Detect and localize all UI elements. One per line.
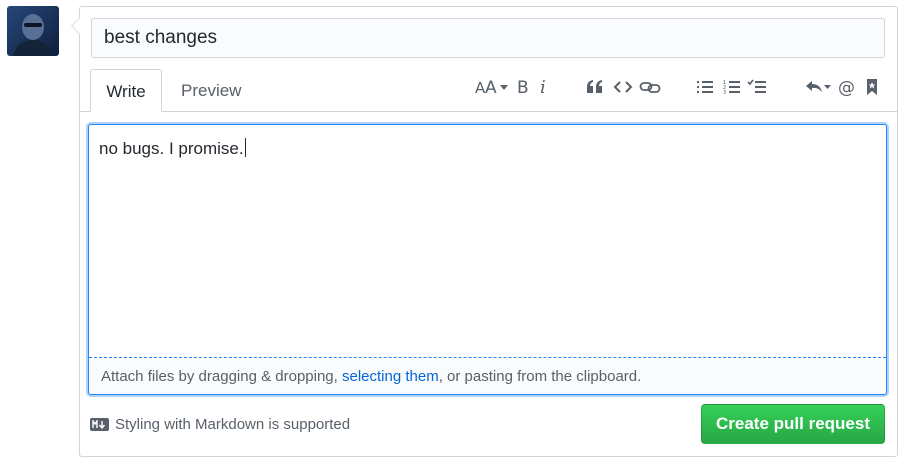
comment-textarea[interactable]: no bugs. I promise. xyxy=(89,125,886,358)
text-caret xyxy=(244,138,246,157)
select-files-link[interactable]: selecting them xyxy=(342,368,439,385)
bold-icon[interactable]: B xyxy=(513,72,533,102)
bookmark-icon[interactable] xyxy=(863,72,881,102)
svg-text:B: B xyxy=(517,78,529,97)
markdown-icon[interactable] xyxy=(90,418,109,431)
text-size-icon[interactable]: A A xyxy=(474,72,510,102)
ordered-list-icon[interactable]: 1 2 3 xyxy=(721,72,743,102)
comment-caret-fill xyxy=(72,18,80,34)
unordered-list-icon[interactable] xyxy=(694,72,716,102)
markdown-note-text[interactable]: Styling with Markdown is supported xyxy=(115,416,350,433)
user-avatar[interactable] xyxy=(7,6,59,56)
svg-text:A: A xyxy=(485,78,497,97)
tab-preview[interactable]: Preview xyxy=(167,69,255,112)
attach-text-prefix: Attach files by dragging & dropping, xyxy=(101,368,342,385)
tab-write[interactable]: Write xyxy=(90,69,162,112)
reply-icon[interactable] xyxy=(803,72,833,102)
attach-files-bar[interactable]: Attach files by dragging & dropping, sel… xyxy=(89,359,886,394)
svg-text:@: @ xyxy=(838,78,855,97)
svg-text:3: 3 xyxy=(723,90,726,95)
markdown-note: Styling with Markdown is supported xyxy=(90,416,350,433)
code-icon[interactable] xyxy=(612,72,634,102)
attach-text-suffix: , or pasting from the clipboard. xyxy=(438,368,642,385)
svg-text:i: i xyxy=(540,77,546,97)
italic-icon[interactable]: i xyxy=(536,72,552,102)
create-pull-request-button[interactable]: Create pull request xyxy=(701,404,885,444)
comment-editor: no bugs. I promise. Attach files by drag… xyxy=(88,124,887,395)
quote-icon[interactable] xyxy=(584,72,606,102)
task-list-icon[interactable] xyxy=(746,72,768,102)
title-input[interactable] xyxy=(91,18,885,58)
link-icon[interactable] xyxy=(638,72,662,102)
comment-text: no bugs. I promise. xyxy=(99,139,244,158)
mention-icon[interactable]: @ xyxy=(836,72,858,102)
